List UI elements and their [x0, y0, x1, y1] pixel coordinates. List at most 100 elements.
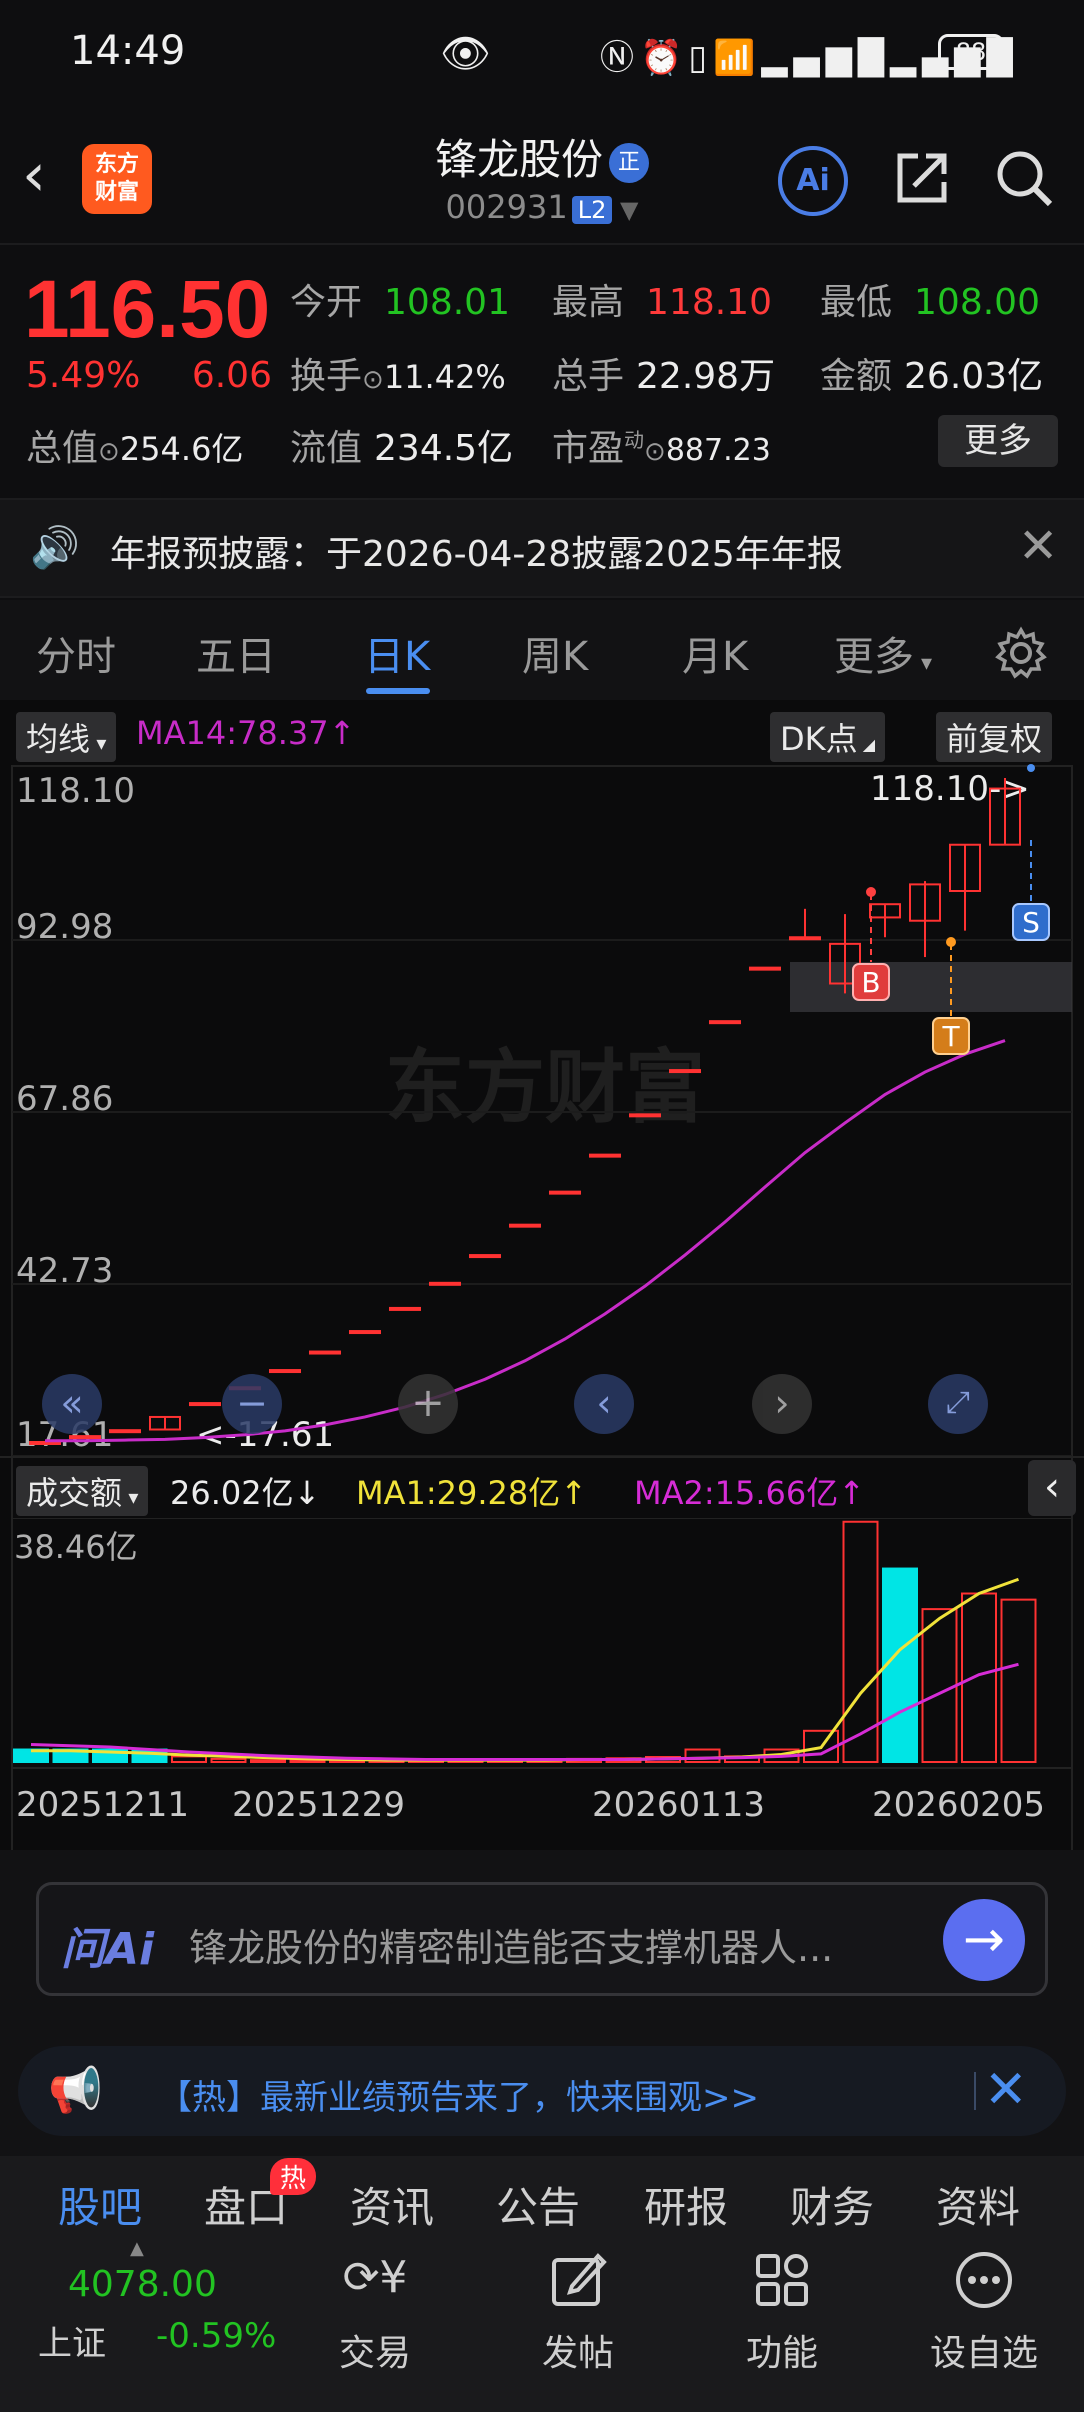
info-icon[interactable]: ⊙ [98, 437, 120, 467]
notice-bar[interactable]: 🔊 年报预披露：于2026-04-28披露2025年年报 ✕ [0, 498, 1084, 598]
t-marker-label: T [941, 1020, 960, 1053]
volume-value: 26.02亿↓ [170, 1474, 321, 1512]
ai-question-text: 锋龙股份的精密制造能否支撑机器人... [189, 1926, 834, 1970]
tab-monthly-k[interactable]: 月K [682, 624, 748, 682]
zoom-out-icon[interactable]: − [222, 1374, 282, 1434]
level2-badge: L2 [571, 196, 613, 224]
megaphone-icon: 📢 [48, 2065, 103, 2116]
tab-finance[interactable]: 财务 [790, 2174, 874, 2235]
high-price: 最高 118.10 [552, 282, 772, 323]
float-cap: 流值 234.5亿 [290, 428, 514, 469]
candle [69, 1435, 101, 1440]
hot-banner[interactable]: 📢 【热】最新业绩预告来了，快来围观>> ✕ [18, 2046, 1066, 2136]
trade-icon[interactable]: ⟳¥ [340, 2252, 410, 2312]
volume-bar [210, 1757, 247, 1763]
scroll-left-icon[interactable]: ‹ [574, 1374, 634, 1434]
buy-marker-label: B [861, 966, 880, 999]
candle [189, 1402, 221, 1407]
scroll-right-icon[interactable]: › [752, 1374, 812, 1434]
info-icon[interactable]: ⊙ [644, 437, 666, 467]
change-amount: 6.06 [191, 355, 272, 396]
candle [749, 966, 781, 971]
compose-icon[interactable] [548, 2250, 608, 2310]
volume-chart: 38.46亿 20251211 20251229 20260113 202602… [11, 1518, 1073, 1825]
open-price: 今开 108.01 [290, 282, 510, 323]
y-tick: 118.10 [16, 771, 135, 811]
gear-icon[interactable] [994, 626, 1048, 680]
rewind-icon[interactable]: « [42, 1374, 102, 1434]
change-row: 5.49% 6.06 [26, 355, 272, 396]
low-price: 最低 108.00 [820, 282, 1040, 323]
volume-bar [250, 1759, 286, 1764]
caret-up-icon: ▲ [130, 2238, 144, 2259]
tab-research[interactable]: 研报 [644, 2174, 728, 2235]
bottom-toolbar: ▲ 4078.00 上证 -0.59% ⟳¥ 交易 发帖 功能 设自选 [0, 2236, 1084, 2412]
index-change[interactable]: -0.59% [156, 2316, 276, 2356]
vibrate-icon: ▯ [688, 38, 714, 78]
watermark: 东方财富 [385, 1041, 705, 1134]
add-watchlist-button[interactable]: 设自选 [904, 2324, 1064, 2376]
total-volume: 总手 22.98万 [552, 356, 776, 397]
candle [469, 1254, 501, 1259]
index-value[interactable]: 4078.00 [68, 2264, 217, 2305]
quote-panel: 116.50 5.49% 6.06 总值⊙254.6亿 今开 108.01 最高 1… [0, 247, 1084, 497]
arrow-right-icon[interactable]: → [943, 1899, 1025, 1981]
tab-announcements[interactable]: 公告 [496, 2174, 580, 2235]
volume-bar [1000, 1598, 1037, 1763]
post-button[interactable]: 发帖 [498, 2324, 658, 2376]
grid-icon[interactable] [752, 2250, 812, 2310]
tab-more[interactable]: 更多 ▾ [834, 624, 932, 682]
candle [589, 1153, 621, 1158]
chevron-down-icon: ▼ [612, 196, 639, 224]
tab-news[interactable]: 资讯 [350, 2174, 434, 2235]
trade-button[interactable]: 交易 [295, 2324, 455, 2376]
tab-profile[interactable]: 资料 [936, 2174, 1020, 2235]
more-dots-icon[interactable] [954, 2250, 1014, 2310]
more-quote-button[interactable]: 更多 [938, 415, 1058, 467]
ai-assistant-button[interactable]: Ai [778, 146, 848, 216]
info-icon[interactable]: ⊙ [362, 365, 384, 395]
candle [349, 1330, 381, 1335]
fullscreen-icon[interactable]: ⤢ [928, 1374, 988, 1434]
eye-icon: 👁 [440, 31, 491, 77]
x-tick: 20251211 [16, 1785, 189, 1825]
chart-area[interactable]: 均线 ▾ MA14:78.37↑ DK点 ◢ 前复权 东方财富 118.10 9… [0, 700, 1084, 1850]
tab-guba[interactable]: 股吧 [58, 2174, 142, 2235]
close-icon[interactable]: ✕ [984, 2060, 1028, 2120]
zoom-in-icon[interactable]: + [398, 1374, 458, 1434]
candle [309, 1350, 341, 1355]
ai-question-bar[interactable]: 问Ai 锋龙股份的精密制造能否支撑机器人... → [36, 1882, 1048, 1996]
tab-weekly-k[interactable]: 周K [522, 624, 588, 682]
signal-icon: ▂▄▆█ [761, 38, 890, 78]
sell-marker-label: S [1022, 906, 1040, 939]
search-icon[interactable] [992, 146, 1056, 210]
active-tab-indicator [366, 688, 430, 694]
turnover-rate: 换手⊙11.42% [290, 356, 506, 397]
change-percent: 5.49% [26, 355, 141, 396]
candle [669, 1069, 701, 1074]
nfc-icon: Ⓝ [600, 38, 640, 78]
volume-bar [882, 1567, 918, 1763]
s-marker-dot [1027, 764, 1035, 772]
volume-ma1-line [31, 1577, 1020, 1762]
volume-bar [171, 1755, 207, 1763]
status-time: 14:49 [70, 28, 186, 74]
last-price: 116.50 [24, 264, 271, 355]
volume-ma2: MA2:15.66亿↑ [634, 1474, 866, 1512]
period-tabs: 分时 五日 日K 周K 月K 更多 ▾ [0, 600, 1084, 700]
speaker-icon: 🔊 [30, 525, 80, 571]
market-cap: 总值⊙254.6亿 [26, 428, 244, 469]
index-name[interactable]: 上证 [38, 2316, 106, 2365]
candle [269, 1369, 301, 1374]
volume-selector[interactable]: 成交额 ▾ [16, 1466, 149, 1516]
share-icon[interactable] [892, 148, 952, 208]
tab-intraday[interactable]: 分时 [36, 624, 116, 682]
tab-five-day[interactable]: 五日 [196, 624, 276, 682]
close-icon[interactable]: ✕ [1018, 518, 1058, 574]
tab-daily-k[interactable]: 日K [364, 624, 430, 682]
functions-button[interactable]: 功能 [702, 2324, 862, 2376]
collapse-panel-icon[interactable]: ‹ [1028, 1460, 1076, 1516]
candle [789, 936, 821, 941]
support-zone [790, 962, 1072, 1012]
volume-bar [684, 1748, 721, 1763]
